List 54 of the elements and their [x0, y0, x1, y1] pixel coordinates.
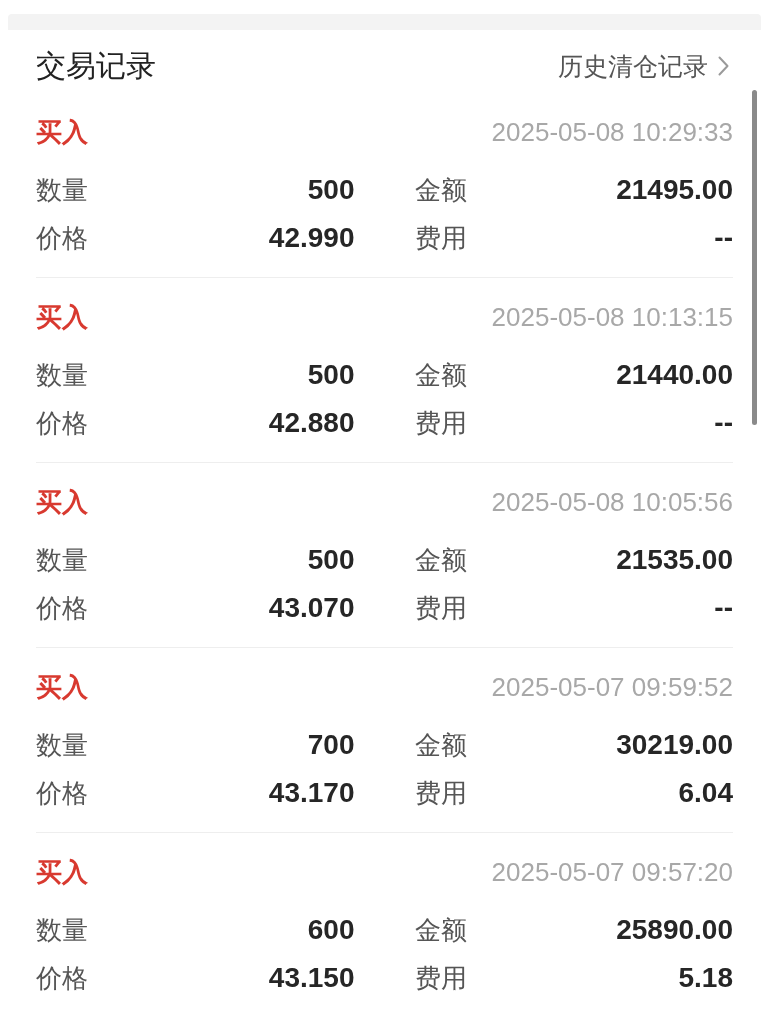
field-label: 价格 — [36, 407, 88, 439]
field-value: -- — [714, 407, 733, 439]
field-value: -- — [714, 592, 733, 624]
section-title: 交易记录 — [36, 47, 156, 84]
field-label: 金额 — [414, 359, 467, 391]
scrollbar[interactable] — [752, 90, 757, 425]
trade-time: 2025-05-08 10:13:15 — [491, 301, 733, 333]
trade-type: 买入 — [36, 116, 88, 148]
field-value: 21495.00 — [616, 174, 733, 206]
field-value: 30219.00 — [616, 729, 733, 761]
field-value: -- — [714, 222, 733, 254]
field-label: 费用 — [414, 777, 467, 809]
field-label: 数量 — [36, 174, 88, 206]
field-label: 数量 — [36, 359, 88, 391]
field-label: 费用 — [414, 222, 467, 254]
trade-time: 2025-05-07 09:59:52 — [491, 671, 733, 703]
field-label: 费用 — [414, 592, 467, 624]
field-value: 500 — [307, 174, 355, 206]
trade-time: 2025-05-08 10:29:33 — [491, 116, 733, 148]
field-label: 价格 — [36, 962, 88, 994]
field-label: 数量 — [36, 544, 88, 576]
field-label: 金额 — [414, 914, 467, 946]
field-label: 数量 — [36, 914, 88, 946]
field-value: 500 — [307, 544, 355, 576]
field-value: 5.18 — [678, 962, 733, 994]
field-label: 金额 — [414, 174, 467, 206]
chevron-right-icon — [718, 55, 729, 76]
trade-type: 买入 — [36, 486, 88, 518]
field-value: 43.170 — [268, 777, 355, 809]
field-label: 金额 — [414, 544, 467, 576]
trade-type: 买入 — [36, 301, 88, 333]
trade-type: 买入 — [36, 856, 88, 888]
field-value: 21535.00 — [616, 544, 733, 576]
field-value: 25890.00 — [616, 914, 733, 946]
field-value: 21440.00 — [616, 359, 733, 391]
field-value: 500 — [307, 359, 355, 391]
field-value: 43.150 — [268, 962, 355, 994]
field-label: 金额 — [414, 729, 467, 761]
field-value: 42.990 — [268, 222, 355, 254]
field-value: 43.070 — [268, 592, 355, 624]
field-label: 价格 — [36, 222, 88, 254]
field-label: 价格 — [36, 592, 88, 624]
trade-time: 2025-05-07 09:57:20 — [491, 856, 733, 888]
field-value: 600 — [307, 914, 355, 946]
history-link[interactable]: 历史清仓记录 — [558, 49, 733, 82]
field-label: 费用 — [414, 962, 467, 994]
field-value: 700 — [307, 729, 355, 761]
field-value: 6.04 — [678, 777, 733, 809]
trade-time: 2025-05-08 10:05:56 — [491, 486, 733, 518]
field-label: 价格 — [36, 777, 88, 809]
field-label: 费用 — [414, 407, 467, 439]
field-label: 数量 — [36, 729, 88, 761]
trade-type: 买入 — [36, 671, 88, 703]
field-value: 42.880 — [268, 407, 355, 439]
